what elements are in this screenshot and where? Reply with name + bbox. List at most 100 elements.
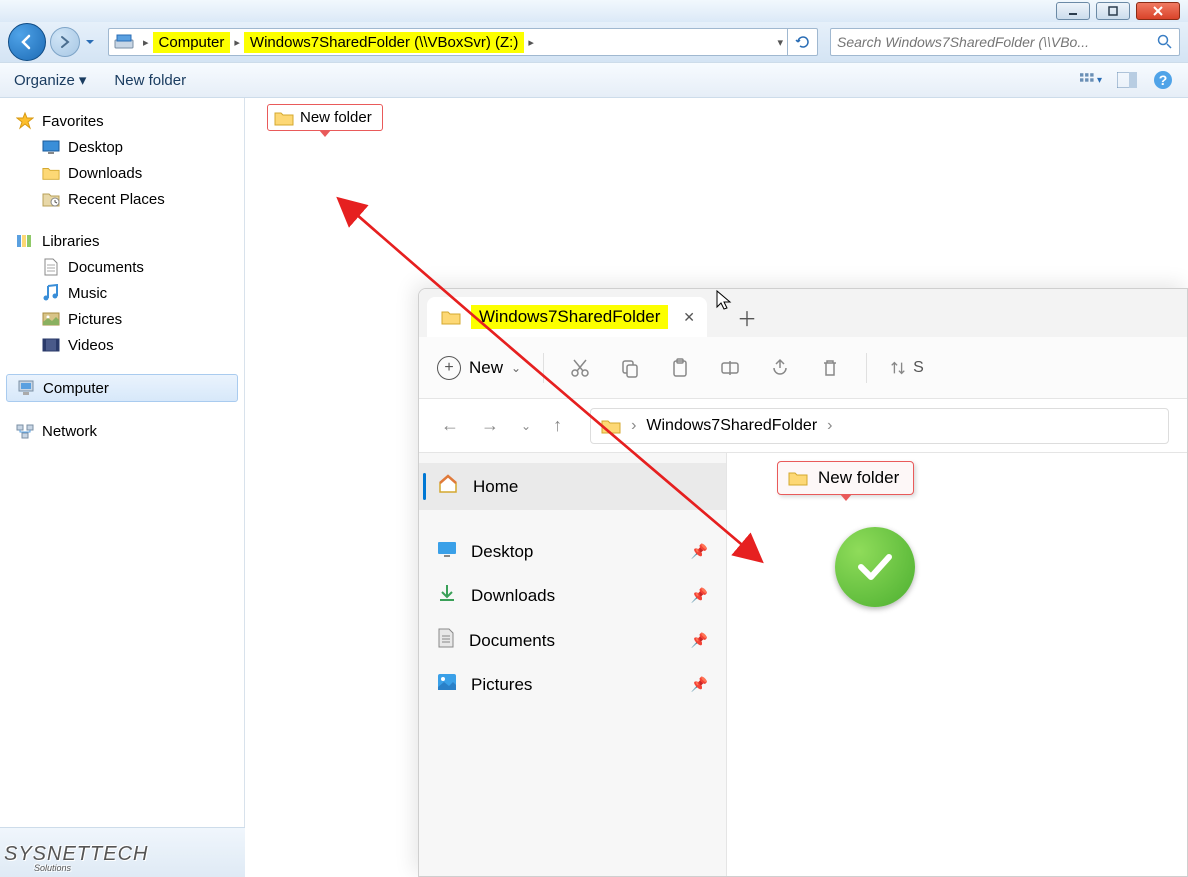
sidebar-item-network[interactable]: Network [0,418,244,444]
plus-icon: + [437,356,461,380]
organize-menu[interactable]: Organize ▾ [14,71,86,89]
tab-title: Windows7SharedFolder [471,305,668,329]
libraries-icon [16,232,34,250]
sidebar-item-label: Downloads [68,165,142,182]
view-options-button[interactable]: ▾ [1080,69,1102,91]
win11-tab[interactable]: Windows7SharedFolder ✕ [427,297,707,337]
sidebar-item-recent[interactable]: Recent Places [0,186,244,212]
search-input[interactable] [837,34,1157,50]
sidebar-item-label: Computer [43,380,109,397]
new-folder-button[interactable]: New folder [114,72,186,89]
share-button[interactable] [766,354,794,382]
delete-button[interactable] [816,354,844,382]
pin-icon: 📌 [691,587,708,604]
toolbar-separator [543,353,544,383]
breadcrumb-folder[interactable]: Windows7SharedFolder [646,417,817,435]
close-button[interactable] [1136,2,1180,20]
sidebar-item-downloads[interactable]: Downloads [0,160,244,186]
cut-button[interactable] [566,354,594,382]
tab-close-icon[interactable]: ✕ [683,309,695,326]
search-bar[interactable] [830,28,1180,56]
sidebar-item-desktop[interactable]: Desktop [0,134,244,160]
watermark: SYSNETTECH Solutions [4,843,148,873]
sidebar-favorites-header[interactable]: Favorites [0,108,244,134]
rename-button[interactable] [716,354,744,382]
sidebar-libraries-header[interactable]: Libraries [0,228,244,254]
music-icon [42,284,60,302]
sidebar-item-music[interactable]: Music [0,280,244,306]
content-new-folder[interactable]: New folder [777,461,914,495]
sidebar-item-label: Desktop [471,542,533,562]
desktop-icon [437,540,457,563]
new-tab-button[interactable]: ＋ [727,297,767,337]
sidebar-item-label: Downloads [471,586,555,606]
sidebar-item-label: Videos [68,337,114,354]
win7-titlebar [0,0,1188,22]
copy-button[interactable] [616,354,644,382]
network-icon [16,422,34,440]
breadcrumb-arrow-icon[interactable]: ▸ [230,36,244,49]
win11-address-bar[interactable]: › Windows7SharedFolder › [590,408,1169,444]
minimize-button[interactable] [1056,2,1090,20]
sidebar-item-documents[interactable]: Documents [0,254,244,280]
star-icon [16,112,34,130]
history-dropdown-icon[interactable]: ⌄ [517,415,535,437]
videos-icon [42,336,60,354]
sidebar-item-label: Recent Places [68,191,165,208]
document-icon [42,258,60,276]
win11-explorer-window: Windows7SharedFolder ✕ ＋ + New ⌄ S ← → ⌄… [418,288,1188,877]
cursor-icon [715,289,735,313]
sidebar-item-label: Documents [68,259,144,276]
history-dropdown-icon[interactable] [84,35,98,49]
breadcrumb-arrow-icon[interactable]: ▸ [524,36,538,49]
drive-icon [113,31,135,53]
computer-icon [17,379,35,397]
sidebar-item-desktop[interactable]: Desktop📌 [419,530,726,573]
toolbar-separator [866,353,867,383]
sidebar-item-computer[interactable]: Computer [6,374,238,402]
breadcrumb-arrow-icon[interactable]: › [827,417,832,435]
sidebar-item-videos[interactable]: Videos [0,332,244,358]
address-dropdown-icon[interactable]: ▾ [773,36,787,49]
sidebar-item-label: Home [473,477,518,497]
maximize-button[interactable] [1096,2,1130,20]
back-button[interactable]: ← [437,411,463,440]
win11-content-pane[interactable]: New folder [727,453,1187,876]
forward-button[interactable]: → [477,411,503,440]
download-icon [437,583,457,608]
sidebar-item-label: Documents [469,631,555,651]
pictures-icon [42,310,60,328]
breadcrumb-drive[interactable]: Windows7SharedFolder (\\VBoxSvr) (Z:) [244,32,524,53]
pin-icon: 📌 [691,632,708,649]
help-button[interactable]: ? [1152,69,1174,91]
win11-address-row: ← → ⌄ ↑ › Windows7SharedFolder › [419,399,1187,453]
win11-body: Home Desktop📌 Downloads 📌 Documents 📌 Pict… [419,453,1187,876]
win11-sidebar: Home Desktop📌 Downloads 📌 Documents 📌 Pict… [419,453,727,876]
sidebar-item-label: Network [42,423,97,440]
document-icon [437,628,455,653]
win7-nav-row: ▸ Computer ▸ Windows7SharedFolder (\\VBo… [0,22,1188,62]
content-new-folder[interactable]: New folder [267,104,383,131]
back-button[interactable] [8,23,46,61]
forward-button[interactable] [50,27,80,57]
new-menu-button[interactable]: + New ⌄ [437,356,521,380]
refresh-button[interactable] [787,29,817,55]
search-icon[interactable] [1157,34,1173,50]
home-icon [437,473,459,500]
win7-toolbar: Organize ▾ New folder ▾ ? [0,62,1188,98]
sidebar-item-downloads[interactable]: Downloads 📌 [419,573,726,618]
sidebar-item-pictures[interactable]: Pictures [0,306,244,332]
sidebar-item-pictures[interactable]: Pictures📌 [419,663,726,706]
new-label: New [469,358,503,378]
preview-pane-button[interactable] [1116,69,1138,91]
paste-button[interactable] [666,354,694,382]
folder-icon [441,309,461,325]
sidebar-item-documents[interactable]: Documents 📌 [419,618,726,663]
up-button[interactable]: ↑ [549,411,566,440]
breadcrumb-computer[interactable]: Computer [153,32,231,53]
breadcrumb-arrow-icon[interactable]: › [631,417,636,435]
sort-button[interactable]: S [889,354,924,382]
breadcrumb-arrow-icon[interactable]: ▸ [139,36,153,49]
address-bar[interactable]: ▸ Computer ▸ Windows7SharedFolder (\\VBo… [108,28,818,56]
sidebar-item-home[interactable]: Home [419,463,726,510]
